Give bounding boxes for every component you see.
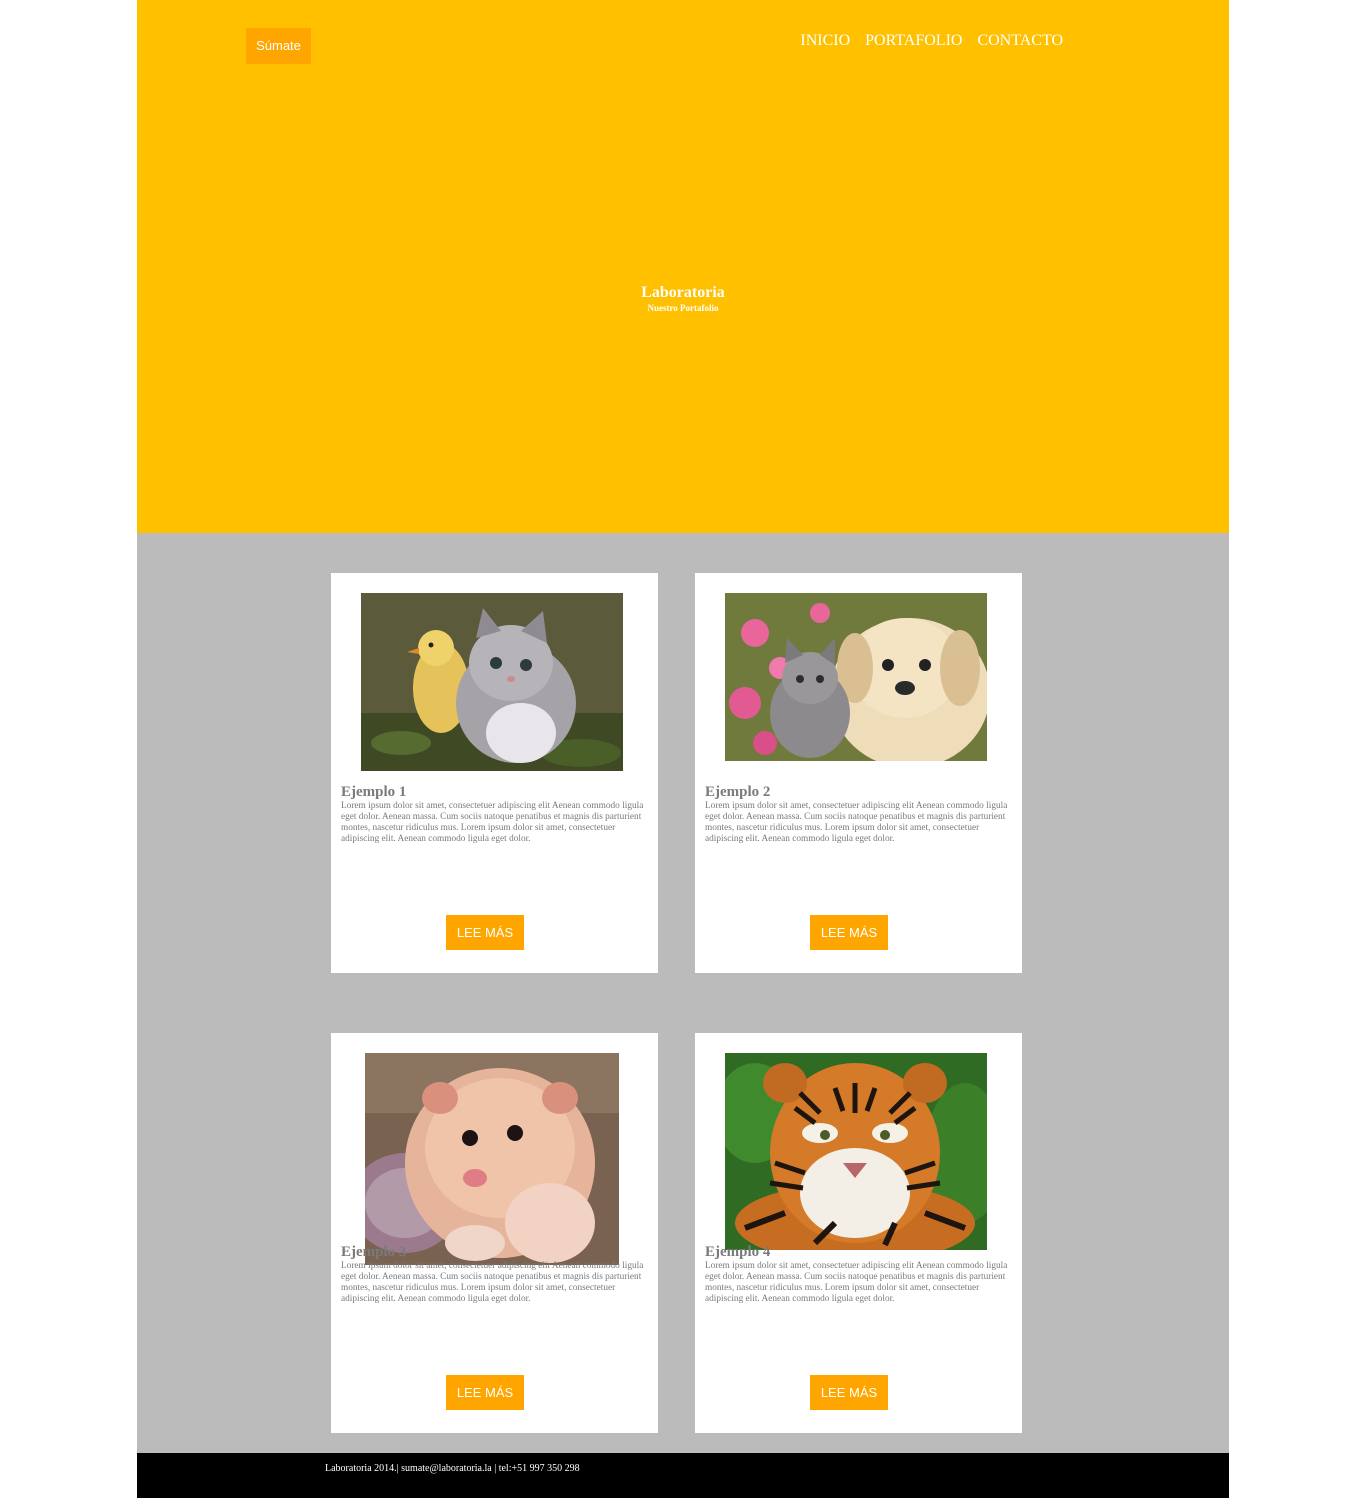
card-title: Ejemplo 4 <box>705 1244 771 1260</box>
card-body: Lorem ipsum dolor sit amet, consectetuer… <box>705 1261 1008 1304</box>
footer-contact-text: Laboratoria 2014.| sumate@laboratoria.la… <box>325 1463 580 1474</box>
portfolio-card: Ejemplo 1 Lorem ipsum dolor sit amet, co… <box>331 573 658 973</box>
read-more-button[interactable]: LEE MÁS <box>810 915 888 950</box>
card-title: Ejemplo 1 <box>341 784 407 800</box>
site-subtitle: Nuestro Portafolio <box>647 303 719 313</box>
hero-header: Súmate INICIO PORTAFOLIO CONTACTO Labora… <box>137 0 1229 533</box>
portfolio-card: Ejemplo 4 Lorem ipsum dolor sit amet, co… <box>695 1033 1022 1433</box>
kitten-and-puppy-photo <box>725 593 987 761</box>
portfolio-grid: Ejemplo 1 Lorem ipsum dolor sit amet, co… <box>137 533 1229 1453</box>
portfolio-card: Ejemplo 3 Lorem ipsum dolor sit amet, co… <box>331 1033 658 1433</box>
read-more-button[interactable]: LEE MÁS <box>810 1375 888 1410</box>
page: Súmate INICIO PORTAFOLIO CONTACTO Labora… <box>137 0 1229 1498</box>
tiger-photo <box>725 1053 987 1250</box>
read-more-button[interactable]: LEE MÁS <box>446 1375 524 1410</box>
kitten-and-chick-photo <box>361 593 623 771</box>
main-nav: INICIO PORTAFOLIO CONTACTO <box>800 31 1063 51</box>
hamster-photo <box>365 1053 619 1265</box>
card-title: Ejemplo 3 <box>341 1244 407 1260</box>
nav-link-portafolio[interactable]: PORTAFOLIO <box>865 31 962 51</box>
site-title: Laboratoria <box>641 284 725 301</box>
card-body: Lorem ipsum dolor sit amet, consectetuer… <box>341 1261 644 1304</box>
nav-link-inicio[interactable]: INICIO <box>800 31 850 51</box>
portfolio-card: Ejemplo 2 Lorem ipsum dolor sit amet, co… <box>695 573 1022 973</box>
join-button[interactable]: Súmate <box>246 28 311 64</box>
card-title: Ejemplo 2 <box>705 784 771 800</box>
card-body: Lorem ipsum dolor sit amet, consectetuer… <box>705 801 1008 844</box>
read-more-button[interactable]: LEE MÁS <box>446 915 524 950</box>
site-footer: Laboratoria 2014.| sumate@laboratoria.la… <box>137 1453 1229 1498</box>
nav-link-contacto[interactable]: CONTACTO <box>977 31 1063 51</box>
hero-brand: Laboratoria Nuestro Portafolio <box>137 284 1229 314</box>
card-body: Lorem ipsum dolor sit amet, consectetuer… <box>341 801 644 844</box>
